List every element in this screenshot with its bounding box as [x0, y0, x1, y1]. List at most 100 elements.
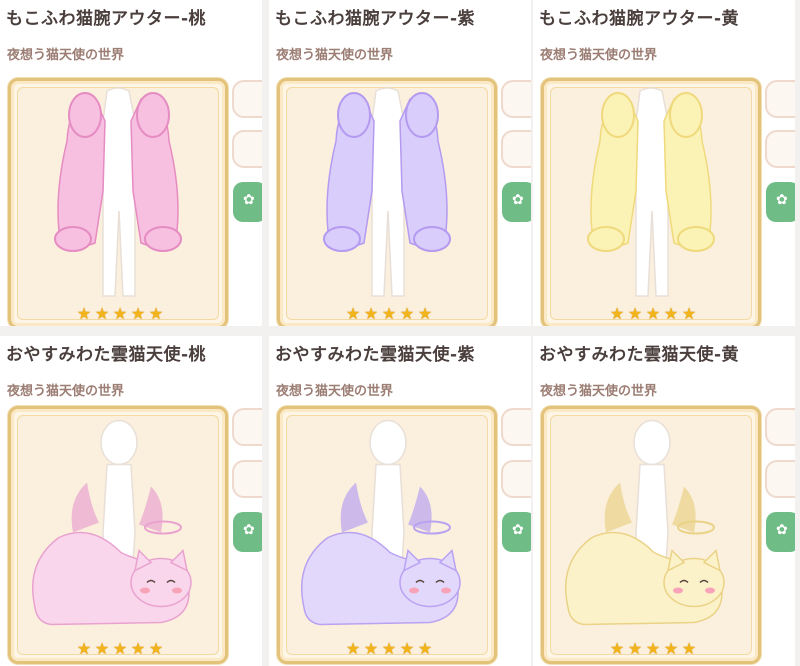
side-tab-button[interactable] — [232, 408, 262, 446]
cat-blush-right — [172, 587, 182, 594]
star-icon: ★ — [609, 304, 625, 323]
side-tab-button[interactable] — [765, 408, 795, 446]
item-card[interactable]: おやすみわた雲猫天使-桃 夜想う猫天使の世界 ★ ★ ★ ★ ★ ✿ — [0, 336, 262, 666]
item-title: もこふわ猫腕アウター-黄 — [539, 9, 740, 29]
star-icon: ★ — [345, 304, 361, 323]
item-preview-frame[interactable]: ★ ★ ★ ★ ★ — [541, 406, 761, 664]
star-icon: ★ — [381, 304, 397, 323]
star-icon: ★ — [645, 639, 661, 658]
side-tab-button[interactable] — [232, 130, 262, 168]
cat-blush-left — [409, 587, 419, 594]
paw-icon: ✿ — [776, 192, 788, 208]
star-icon: ★ — [345, 639, 361, 658]
star-icon: ★ — [112, 304, 128, 323]
item-preview-frame[interactable]: ★ ★ ★ ★ ★ — [8, 78, 228, 326]
item-title: おやすみわた雲猫天使-桃 — [6, 345, 207, 365]
star-icon: ★ — [363, 639, 379, 658]
item-grid: もこふわ猫腕アウター-桃 夜想う猫天使の世界 ★ ★ ★ ★ ★ ✿ もこふわ猫腕アウタ… — [0, 0, 800, 666]
side-tab-button[interactable] — [232, 80, 262, 118]
item-card[interactable]: もこふわ猫腕アウター-紫 夜想う猫天使の世界 ★ ★ ★ ★ ★ ✿ — [269, 0, 531, 326]
paw-button[interactable]: ✿ — [502, 182, 531, 222]
fur-cuff-right — [677, 226, 715, 252]
wing-right — [672, 486, 696, 533]
fur-cuff-right — [413, 226, 451, 252]
side-tab-button[interactable] — [232, 460, 262, 498]
star-icon: ★ — [681, 639, 697, 658]
cat-blush-right — [441, 587, 451, 594]
fur-cuff-right — [144, 226, 182, 252]
item-series: 夜想う猫天使の世界 — [7, 384, 125, 399]
cat-blush-left — [673, 587, 683, 594]
item-title: おやすみわた雲猫天使-黄 — [539, 345, 740, 365]
star-icon: ★ — [681, 304, 697, 323]
star-icon: ★ — [94, 304, 110, 323]
paw-button[interactable]: ✿ — [233, 512, 262, 552]
item-series: 夜想う猫天使の世界 — [540, 48, 658, 63]
coat-illustration — [54, 87, 182, 297]
item-preview-frame[interactable]: ★ ★ ★ ★ ★ — [8, 406, 228, 664]
side-tab-button[interactable] — [501, 80, 531, 118]
fur-collar-left — [601, 92, 635, 138]
star-icon: ★ — [112, 639, 128, 658]
rarity-stars: ★ ★ ★ ★ ★ — [608, 641, 698, 659]
item-preview-frame[interactable]: ★ ★ ★ ★ ★ — [277, 406, 497, 664]
fur-cuff-left — [323, 226, 361, 252]
paw-icon: ✿ — [243, 192, 255, 208]
coat-illustration — [587, 87, 715, 297]
star-icon: ★ — [363, 304, 379, 323]
wing-left — [71, 482, 99, 533]
star-icon: ★ — [130, 304, 146, 323]
mannequin-head — [100, 419, 138, 466]
star-icon: ★ — [76, 639, 92, 658]
rarity-stars: ★ ★ ★ ★ ★ — [344, 641, 434, 659]
item-series: 夜想う猫天使の世界 — [540, 384, 658, 399]
star-icon: ★ — [399, 304, 415, 323]
side-tab-button[interactable] — [765, 460, 795, 498]
star-icon: ★ — [627, 304, 643, 323]
item-preview-frame[interactable]: ★ ★ ★ ★ ★ — [277, 78, 497, 326]
item-preview-frame[interactable]: ★ ★ ★ ★ ★ — [541, 78, 761, 326]
paw-button[interactable]: ✿ — [766, 512, 795, 552]
wing-left — [340, 482, 368, 533]
star-icon: ★ — [609, 639, 625, 658]
cat-angel-illustration — [32, 419, 192, 626]
star-icon: ★ — [399, 639, 415, 658]
star-icon: ★ — [148, 639, 164, 658]
mannequin — [102, 87, 136, 297]
side-tab-button[interactable] — [501, 460, 531, 498]
side-tab-button[interactable] — [765, 130, 795, 168]
fur-collar-left — [68, 92, 102, 138]
star-icon: ★ — [76, 304, 92, 323]
item-series: 夜想う猫天使の世界 — [276, 384, 394, 399]
item-card[interactable]: おやすみわた雲猫天使-紫 夜想う猫天使の世界 ★ ★ ★ ★ ★ ✿ — [269, 336, 531, 666]
item-card[interactable]: もこふわ猫腕アウター-桃 夜想う猫天使の世界 ★ ★ ★ ★ ★ ✿ — [0, 0, 262, 326]
star-icon: ★ — [417, 304, 433, 323]
star-icon: ★ — [663, 304, 679, 323]
side-tab-button[interactable] — [765, 80, 795, 118]
side-tab-button[interactable] — [501, 408, 531, 446]
star-icon: ★ — [130, 639, 146, 658]
mannequin — [371, 87, 405, 297]
side-tab-button[interactable] — [501, 130, 531, 168]
item-card[interactable]: もこふわ猫腕アウター-黄 夜想う猫天使の世界 ★ ★ ★ ★ ★ ✿ — [533, 0, 795, 326]
wing-right — [408, 486, 432, 533]
cat-angel-illustration — [565, 419, 725, 626]
rarity-stars: ★ ★ ★ ★ ★ — [344, 306, 434, 324]
item-title: もこふわ猫腕アウター-桃 — [6, 9, 207, 29]
star-icon: ★ — [94, 639, 110, 658]
star-icon: ★ — [645, 304, 661, 323]
paw-button[interactable]: ✿ — [766, 182, 795, 222]
paw-icon: ✿ — [512, 522, 524, 538]
fur-cuff-left — [54, 226, 92, 252]
rarity-stars: ★ ★ ★ ★ ★ — [75, 306, 165, 324]
paw-button[interactable]: ✿ — [502, 512, 531, 552]
paw-button[interactable]: ✿ — [233, 182, 262, 222]
star-icon: ★ — [417, 639, 433, 658]
item-card[interactable]: おやすみわた雲猫天使-黄 夜想う猫天使の世界 ★ ★ ★ ★ ★ ✿ — [533, 336, 795, 666]
mannequin-head — [633, 419, 671, 466]
item-title: もこふわ猫腕アウター-紫 — [275, 9, 476, 29]
star-icon: ★ — [148, 304, 164, 323]
fur-collar-right — [136, 92, 170, 138]
fur-collar-right — [669, 92, 703, 138]
mannequin-head — [369, 419, 407, 466]
